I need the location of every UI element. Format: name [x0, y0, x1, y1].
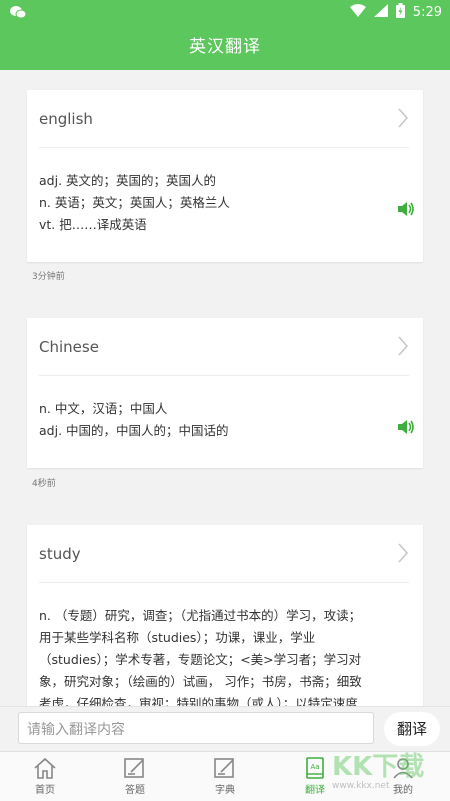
- definition-line: 考虑，仔细检查，审视；特别的事物（或人）；以特定速度: [39, 696, 358, 706]
- watermark-text: KK下载: [332, 752, 425, 782]
- card-word: Chinese: [39, 338, 99, 356]
- translate-input[interactable]: 请输入翻译内容: [18, 712, 374, 744]
- page-title: 英汉翻译: [0, 24, 450, 70]
- definition-line: vt. 把……译成英语: [39, 217, 147, 232]
- tab-dictionary[interactable]: 字典: [195, 752, 255, 801]
- definition-line: n. 中文，汉语；中国人: [39, 401, 168, 416]
- history-card-english[interactable]: english adj. 英文的；英国的；英国人的 n. 英语；英文；英国人；英…: [27, 90, 423, 262]
- edit-icon: [124, 758, 144, 778]
- history-timestamp: 3分钟前: [32, 272, 65, 282]
- translation-history-list[interactable]: english adj. 英文的；英国的；英国人的 n. 英语；英文；英国人；英…: [0, 70, 450, 706]
- edit-icon: [214, 758, 234, 778]
- wechat-icon: [10, 4, 27, 23]
- status-bar: 5:29: [0, 0, 450, 24]
- tab-label: 答题: [125, 785, 145, 796]
- status-time: 5:29: [412, 5, 442, 20]
- card-word: english: [39, 110, 93, 128]
- svg-text:Aa: Aa: [310, 763, 319, 771]
- translate-button[interactable]: 翻译: [384, 712, 440, 746]
- history-card-study[interactable]: study n. （专题）研究，调查；（尤指通过书本的）学习，攻读； 用于某些学…: [27, 525, 423, 706]
- tab-quiz[interactable]: 答题: [105, 752, 165, 801]
- watermark: KK下载 www.kkx.net: [332, 746, 424, 791]
- wifi-icon: [349, 4, 366, 21]
- chevron-right-icon[interactable]: [397, 543, 409, 567]
- definition-line: adj. 中国的，中国人的；中国话的: [39, 423, 229, 438]
- definition-line: n. （专题）研究，调查；（尤指通过书本的）学习，攻读；: [39, 608, 362, 623]
- card-word: study: [39, 545, 81, 563]
- signal-icon: [373, 4, 388, 21]
- definition-line: 用于某些学科名称（studies）；功课，课业，学业: [39, 630, 316, 645]
- speaker-icon[interactable]: [397, 419, 415, 439]
- translate-input-bar: 请输入翻译内容 翻译: [0, 706, 450, 751]
- tab-home[interactable]: 首页: [15, 752, 75, 801]
- definition-line: 象，研究对象；（绘画的）试画， 习作；书房，书斋；细致: [39, 674, 362, 689]
- definition-line: adj. 英文的；英国的；英国人的: [39, 173, 217, 188]
- battery-icon: [395, 3, 405, 22]
- history-timestamp: 4秒前: [32, 479, 56, 489]
- book-icon: Aa: [306, 757, 324, 779]
- home-icon: [34, 757, 56, 779]
- history-card-chinese[interactable]: Chinese n. 中文，汉语；中国人 adj. 中国的，中国人的；中国话的: [27, 318, 423, 468]
- tab-label: 首页: [35, 785, 55, 796]
- speaker-icon[interactable]: [397, 201, 415, 221]
- tab-label: 字典: [215, 785, 235, 796]
- chevron-right-icon[interactable]: [397, 336, 409, 360]
- definition-line: （studies）；学术专著，专题论文；<美>学习者；学习对: [39, 652, 362, 667]
- definition-line: n. 英语；英文；英国人；英格兰人: [39, 195, 230, 210]
- chevron-right-icon[interactable]: [397, 108, 409, 132]
